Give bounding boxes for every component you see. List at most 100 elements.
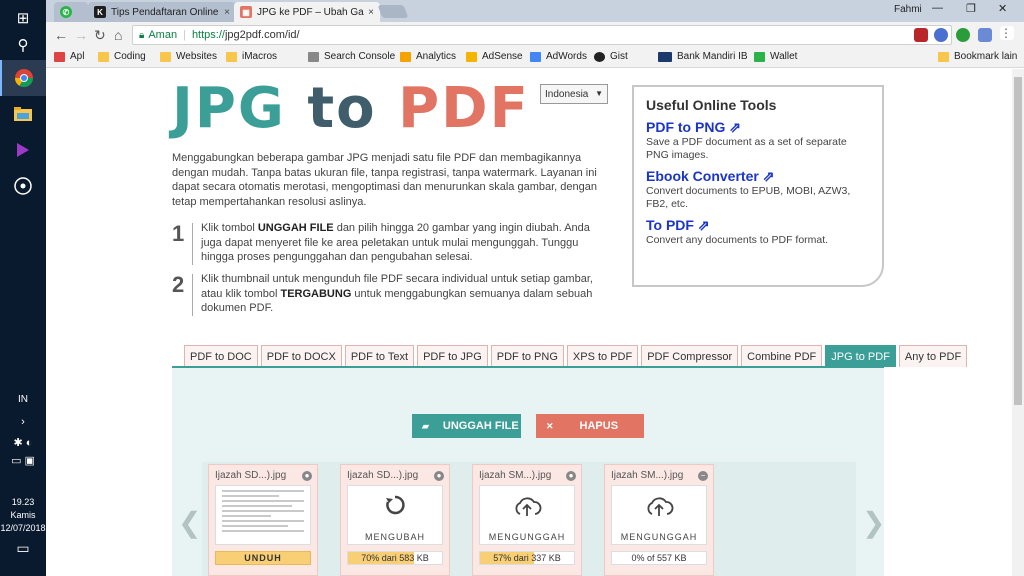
tab-pdf-to-doc[interactable]: PDF to DOC	[184, 345, 258, 367]
step-1: 1 Klik tombol UNGGAH FILE dan pilih hing…	[172, 221, 612, 265]
bookmark-wallet[interactable]: Wallet	[754, 51, 797, 62]
whatsapp-icon: ✆	[60, 6, 72, 18]
clock[interactable]: 19.23 Kamis 12/07/2018	[0, 496, 46, 535]
close-icon[interactable]: ×	[368, 7, 374, 18]
tab-any-to-pdf[interactable]: Any to PDF	[898, 345, 968, 367]
tab-pdf-to-docx[interactable]: PDF to DOCX	[260, 345, 342, 367]
bookmarks-bar: Apl Coding Websites iMacros Search Conso…	[46, 48, 1024, 68]
converter-area[interactable]: ▰ UNGGAH FILE ✕ HAPUS ❮ ❯ Ijazah SD...).…	[172, 366, 885, 576]
upload-files-button[interactable]: ▰ UNGGAH FILE	[412, 414, 521, 438]
chevron-right-icon[interactable]: ›	[0, 416, 46, 428]
bookmark-bank-mandiri[interactable]: Bank Mandiri IB	[658, 51, 748, 62]
step-number: 1	[172, 221, 185, 246]
search-icon[interactable]: ⚲	[0, 27, 46, 63]
file-card[interactable]: Ijazah SM...).jpg ● MENGUNGGAH 57% dari …	[472, 464, 582, 576]
tab-pdf-compressor[interactable]: PDF Compressor	[641, 345, 739, 367]
bookmark-adsense[interactable]: AdSense	[466, 51, 523, 62]
tab-tips-pendaftaran[interactable]: K Tips Pendaftaran Online « ×	[88, 2, 236, 22]
scroll-left-icon[interactable]: ❮	[178, 506, 201, 539]
close-window-icon[interactable]: ✕	[998, 2, 1007, 15]
remove-file-icon[interactable]: ●	[302, 471, 312, 481]
file-thumbnail: MENGUNGGAH	[611, 485, 707, 545]
notification-icon[interactable]: ▭	[0, 540, 46, 557]
tool-link-pdf-to-png[interactable]: PDF to PNG ⇗	[646, 119, 870, 136]
separator: |	[183, 29, 186, 41]
scrollbar-thumb[interactable]	[1014, 77, 1022, 405]
tab-jpg-to-pdf[interactable]: ▦ JPG ke PDF – Ubah Gamb ×	[234, 2, 380, 22]
logo-to: to	[307, 76, 377, 141]
progress-label: 70% dari 583 KB	[361, 553, 429, 563]
remove-file-icon[interactable]: ●	[566, 471, 576, 481]
progress-label: 0% of 557 KB	[631, 553, 687, 563]
maximize-icon[interactable]: ❐	[966, 2, 976, 15]
site-logo[interactable]: JPG to PDF	[172, 79, 530, 139]
reload-icon[interactable]: ↻	[94, 27, 106, 44]
tray-icons-2[interactable]: ▭ ▣	[0, 454, 46, 467]
adwords-icon	[530, 51, 541, 62]
address-bar[interactable]: 🔒︎ Aman | https:// jpg2pdf.com/id/ ☆	[132, 25, 952, 45]
profile-name[interactable]: Fahmi	[894, 4, 922, 15]
file-card[interactable]: Ijazah SM...).jpg − MENGUNGGAH 0% of 557…	[604, 464, 714, 576]
tab-xps-to-pdf[interactable]: XPS to PDF	[566, 345, 639, 367]
remove-file-icon[interactable]: −	[698, 471, 708, 481]
scroll-right-icon[interactable]: ❯	[862, 506, 885, 539]
windows-taskbar: ⊞ ⚲ IN › ✱ ◐ ▭ ▣ 19.23 Kamis 12/07/2018 …	[0, 0, 46, 576]
folder-icon	[226, 51, 237, 62]
language-indicator[interactable]: IN	[0, 394, 46, 405]
file-thumbnail[interactable]	[215, 485, 311, 545]
extension-icon[interactable]	[956, 28, 970, 42]
bookmark-other[interactable]: Bookmark lain	[938, 51, 1017, 62]
tab-jpg-to-pdf[interactable]: JPG to PDF	[825, 345, 896, 367]
tool-link-ebook-converter[interactable]: Ebook Converter ⇗	[646, 168, 870, 185]
bookmark-websites[interactable]: Websites	[160, 51, 217, 62]
clear-queue-button[interactable]: ✕ HAPUS	[536, 414, 644, 438]
useful-tools-panel: Useful Online Tools PDF to PNG ⇗ Save a …	[632, 85, 884, 287]
obs-icon[interactable]	[0, 168, 46, 204]
tab-pdf-to-text[interactable]: PDF to Text	[344, 345, 415, 367]
file-card[interactable]: Ijazah SD...).jpg ● MENGUBAH 70% dari 58…	[340, 464, 450, 576]
step-2: 2 Klik thumbnail untuk mengunduh file PD…	[172, 272, 612, 316]
tab-title: JPG ke PDF – Ubah Gamb	[257, 6, 364, 18]
close-icon[interactable]: ×	[224, 7, 230, 18]
tab-whatsapp[interactable]: ✆	[54, 2, 88, 22]
tab-pdf-to-jpg[interactable]: PDF to JPG	[417, 345, 488, 367]
minimize-icon[interactable]: —	[932, 2, 943, 14]
menu-icon[interactable]: ⋮	[1000, 26, 1014, 40]
bookmark-search-console[interactable]: Search Console	[308, 51, 395, 62]
bookmark-coding[interactable]: Coding	[98, 51, 146, 62]
bookmark-imacros[interactable]: iMacros	[226, 51, 277, 62]
extension-icon[interactable]	[978, 28, 992, 42]
bookmark-apps[interactable]: Apl	[54, 51, 84, 62]
external-link-icon: ⇗	[729, 119, 741, 135]
remove-file-icon[interactable]: ●	[434, 471, 444, 481]
file-card[interactable]: Ijazah SD...).jpg ● UNDUH	[208, 464, 318, 576]
extension-icon[interactable]	[914, 28, 928, 42]
home-icon[interactable]: ⌂	[114, 27, 122, 43]
back-icon[interactable]: ←	[54, 27, 68, 43]
file-thumbnail: MENGUBAH	[347, 485, 443, 545]
page-scrollbar[interactable]	[1012, 69, 1024, 576]
download-button[interactable]: UNDUH	[215, 551, 311, 565]
extension-icon[interactable]	[934, 28, 948, 42]
tool-link-to-pdf[interactable]: To PDF ⇗	[646, 217, 870, 234]
tab-pdf-to-png[interactable]: PDF to PNG	[490, 345, 564, 367]
app-icon[interactable]	[0, 132, 46, 168]
language-select[interactable]: Indonesia ▼	[540, 84, 608, 104]
bookmark-analytics[interactable]: Analytics	[400, 51, 456, 62]
bookmark-adwords[interactable]: AdWords	[530, 51, 587, 62]
forward-icon[interactable]: →	[74, 27, 88, 43]
tab-combine-pdf[interactable]: Combine PDF	[741, 345, 823, 367]
tool-desc: Save a PDF document as a set of separate…	[646, 136, 847, 161]
bookmark-label: iMacros	[242, 51, 278, 62]
tray-icons[interactable]: ✱ ◐	[0, 436, 46, 449]
external-link-icon: ⇗	[697, 217, 710, 233]
step-number: 2	[172, 272, 185, 297]
tool-desc: Convert any documents to PDF format.	[646, 234, 829, 246]
k-icon: K	[94, 6, 106, 18]
bookmark-gist[interactable]: Gist	[594, 51, 628, 62]
chrome-icon[interactable]	[0, 60, 46, 96]
file-name: Ijazah SM...).jpg	[479, 470, 552, 481]
file-explorer-icon[interactable]	[0, 96, 46, 132]
new-tab-button[interactable]	[377, 5, 409, 18]
bookmark-label: Gist	[610, 51, 628, 62]
